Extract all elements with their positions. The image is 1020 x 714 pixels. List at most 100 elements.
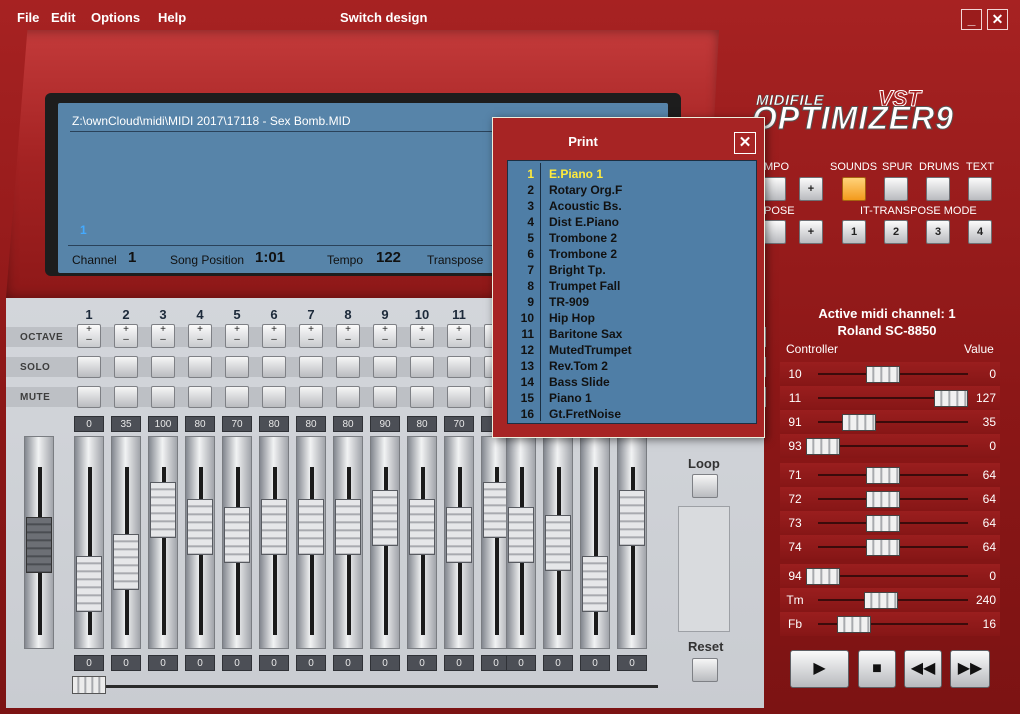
controller-slider[interactable] (818, 421, 968, 423)
menu-help[interactable]: Help (158, 10, 186, 25)
solo-button[interactable] (299, 356, 323, 378)
fader-cap[interactable] (508, 507, 534, 563)
controller-knob[interactable] (866, 491, 901, 508)
channel-fader[interactable] (222, 436, 252, 649)
loop-button[interactable] (692, 474, 718, 498)
controller-knob[interactable] (866, 467, 901, 484)
spur-button[interactable] (884, 177, 908, 201)
fader-cap[interactable] (409, 498, 435, 555)
fader-cap[interactable] (150, 481, 176, 538)
fader-cap[interactable] (372, 490, 398, 547)
controller-knob[interactable] (863, 592, 898, 609)
mute-button[interactable] (225, 386, 249, 408)
instrument-list-item[interactable]: 7 Bright Tp. (508, 263, 756, 279)
channel-fader[interactable] (580, 436, 610, 649)
channel-fader[interactable] (370, 436, 400, 649)
master-fader-cap[interactable] (26, 517, 52, 573)
controller-knob[interactable] (841, 414, 876, 431)
mode-4-button[interactable]: 4 (968, 220, 992, 244)
fader-cap[interactable] (224, 507, 250, 563)
solo-button[interactable] (114, 356, 138, 378)
scroll-thumb[interactable] (72, 676, 106, 694)
solo-button[interactable] (151, 356, 175, 378)
solo-button[interactable] (188, 356, 212, 378)
instrument-list-item[interactable]: 4 Dist E.Piano (508, 215, 756, 231)
forward-button[interactable]: ▶▶ (950, 650, 990, 688)
instrument-list-item[interactable]: 9 TR-909 (508, 295, 756, 311)
channel-fader[interactable] (74, 436, 104, 649)
octave-stepper[interactable]: +– (188, 324, 212, 348)
instrument-list-item[interactable]: 5 Trombone 2 (508, 231, 756, 247)
mute-button[interactable] (151, 386, 175, 408)
fader-cap[interactable] (335, 498, 361, 555)
instrument-list[interactable]: 1 E.Piano 1 2 Rotary Org.F 3 Acoustic Bs. 4 Dis… (507, 160, 757, 424)
octave-minus[interactable]: – (115, 335, 137, 345)
octave-minus[interactable]: – (226, 335, 248, 345)
instrument-list-item[interactable]: 6 Trombone 2 (508, 247, 756, 263)
solo-button[interactable] (336, 356, 360, 378)
drums-button[interactable] (926, 177, 950, 201)
instrument-list-item[interactable]: 14 Bass Slide (508, 375, 756, 391)
instrument-list-item[interactable]: 1 E.Piano 1 (508, 167, 756, 183)
mute-button[interactable] (262, 386, 286, 408)
mute-button[interactable] (188, 386, 212, 408)
mute-button[interactable] (373, 386, 397, 408)
fader-cap[interactable] (113, 533, 139, 590)
channel-fader[interactable] (407, 436, 437, 649)
octave-minus[interactable]: – (78, 335, 100, 345)
channel-fader[interactable] (543, 436, 573, 649)
mute-button[interactable] (299, 386, 323, 408)
mode-1-button[interactable]: 1 (842, 220, 866, 244)
solo-button[interactable] (410, 356, 434, 378)
controller-knob[interactable] (836, 616, 871, 633)
solo-button[interactable] (225, 356, 249, 378)
octave-stepper[interactable]: +– (299, 324, 323, 348)
instrument-list-item[interactable]: 3 Acoustic Bs. (508, 199, 756, 215)
close-button[interactable]: ✕ (987, 9, 1008, 30)
octave-minus[interactable]: – (337, 335, 359, 345)
rewind-button[interactable]: ◀◀ (904, 650, 942, 688)
controller-knob[interactable] (806, 568, 840, 585)
controller-slider[interactable] (818, 445, 968, 447)
menu-options[interactable]: Options (91, 10, 140, 25)
octave-minus[interactable]: – (152, 335, 174, 345)
solo-button[interactable] (447, 356, 471, 378)
fader-cap[interactable] (187, 498, 213, 555)
switch-design-button[interactable]: Switch design (340, 10, 427, 25)
channel-fader[interactable] (333, 436, 363, 649)
transpose-minus-button[interactable] (762, 220, 786, 244)
channel-fader[interactable] (506, 436, 536, 649)
tempo-plus-button[interactable]: + (799, 177, 823, 201)
master-fader[interactable] (24, 436, 54, 649)
octave-stepper[interactable]: +– (262, 324, 286, 348)
controller-knob[interactable] (934, 390, 968, 407)
octave-stepper[interactable]: +– (336, 324, 360, 348)
play-button[interactable]: ▶ (790, 650, 849, 688)
text-button[interactable] (968, 177, 992, 201)
channel-fader[interactable] (111, 436, 141, 649)
controller-knob[interactable] (866, 539, 901, 556)
menu-file[interactable]: File (17, 10, 39, 25)
tempo-minus-button[interactable] (762, 177, 786, 201)
channel-scrollbar[interactable] (72, 676, 658, 696)
menu-edit[interactable]: Edit (51, 10, 76, 25)
octave-stepper[interactable]: +– (373, 324, 397, 348)
mode-3-button[interactable]: 3 (926, 220, 950, 244)
solo-button[interactable] (262, 356, 286, 378)
fader-cap[interactable] (446, 507, 472, 563)
instrument-list-item[interactable]: 8 Trumpet Fall (508, 279, 756, 295)
fader-cap[interactable] (261, 498, 287, 555)
mute-button[interactable] (410, 386, 434, 408)
octave-stepper[interactable]: +– (114, 324, 138, 348)
controller-knob[interactable] (806, 438, 840, 455)
controller-knob[interactable] (866, 515, 901, 532)
octave-stepper[interactable]: +– (151, 324, 175, 348)
print-close-button[interactable]: ✕ (734, 132, 756, 154)
controller-knob[interactable] (866, 366, 901, 383)
fader-cap[interactable] (298, 498, 324, 555)
controller-slider[interactable] (818, 575, 968, 577)
channel-fader[interactable] (296, 436, 326, 649)
mute-button[interactable] (77, 386, 101, 408)
solo-button[interactable] (77, 356, 101, 378)
mute-button[interactable] (336, 386, 360, 408)
